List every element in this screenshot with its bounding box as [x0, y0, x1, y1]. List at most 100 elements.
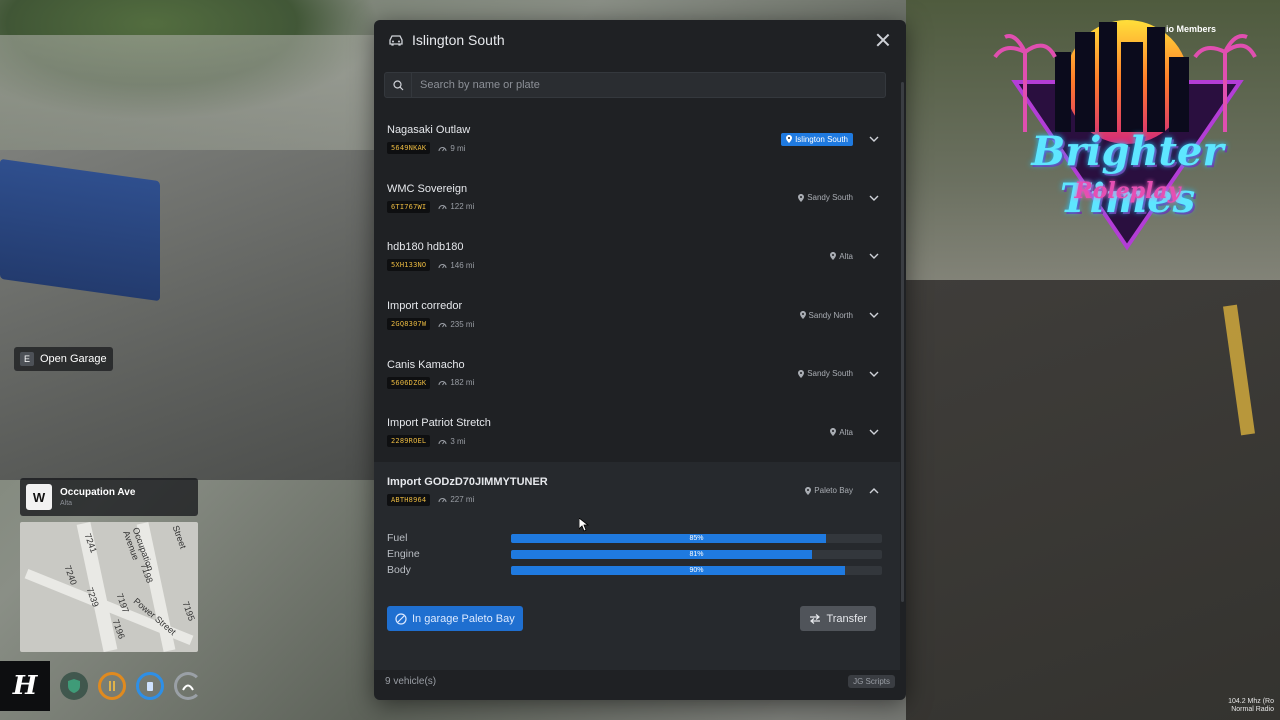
- page-title: Islington South: [412, 32, 505, 48]
- server-title: Brighter Times: [1031, 128, 1224, 222]
- zone-label: Alta: [60, 500, 73, 507]
- odometer-icon: [438, 146, 447, 152]
- minimap-label: Street: [170, 524, 189, 550]
- vehicle-name: Import corredor: [387, 300, 463, 313]
- vehicle-name: Nagasaki Outlaw: [387, 124, 471, 137]
- odometer-icon: [438, 381, 447, 386]
- vehicle-info: Import Patriot Stretch 2289ROEL 3 mi: [387, 417, 491, 448]
- panel-footer: 9 vehicle(s) JG Scripts: [374, 662, 906, 700]
- garage-panel: Islington South Nagasaki Outlaw 5649NKAK…: [374, 20, 906, 700]
- location-label: Sandy North: [808, 310, 853, 320]
- chevron-down-icon[interactable]: [867, 308, 881, 322]
- vehicle-row[interactable]: Nagasaki Outlaw 5649NKAK 9 mi Islington …: [374, 110, 900, 169]
- vehicle-row[interactable]: Canis Kamacho 5606DZGK 182 mi Sandy Sout…: [374, 344, 900, 403]
- street-display: W Occupation Ave Alta: [20, 478, 198, 516]
- vehicle-name: WMC Sovereign: [387, 182, 468, 195]
- minimap: 7241 7240 7239 7198 7197 7196 7195 Occup…: [20, 522, 198, 652]
- mileage: 9 mi: [438, 144, 465, 153]
- street-name: Occupation Ave Alta: [60, 487, 135, 507]
- vehicle-name: Import GODzD70JIMMYTUNER: [387, 475, 548, 488]
- stat-bar: 81%: [511, 549, 882, 559]
- prompt-label: Open Garage: [40, 353, 107, 365]
- chevron-down-icon[interactable]: [867, 191, 881, 205]
- odometer-icon: [438, 439, 447, 445]
- location-pin-icon: [799, 311, 806, 320]
- location-pin-icon: [798, 369, 805, 378]
- transfer-button[interactable]: Transfer: [800, 606, 876, 632]
- location-label: Alta: [839, 427, 853, 437]
- background-parking-lot: [906, 280, 1280, 720]
- mileage: 146 mi: [438, 261, 474, 270]
- vehicle-row[interactable]: WMC Sovereign 6TI767WI 122 mi Sandy Sout…: [374, 169, 900, 228]
- search-input[interactable]: [412, 78, 885, 92]
- plate-badge: 5649NKAK: [387, 142, 431, 155]
- stat-label: Fuel: [387, 532, 408, 545]
- mileage: 182 mi: [438, 378, 474, 387]
- location-pin-icon: [798, 193, 805, 202]
- in-garage-label: In garage Paleto Bay: [412, 612, 515, 625]
- vehicle-details: Fuel 85% Engine 81% Body 90% In garage P…: [374, 520, 900, 670]
- odometer-icon: [438, 498, 447, 503]
- vehicle-row[interactable]: hdb180 hdb180 5XH133NO 146 mi Alta: [374, 227, 900, 286]
- street-label: Occupation Ave: [60, 487, 136, 498]
- vehicle-name: Canis Kamacho: [387, 358, 465, 371]
- chevron-down-icon[interactable]: [867, 367, 881, 381]
- stat-row: Body 90%: [387, 562, 887, 578]
- audio-members-label: io Members: [1166, 24, 1217, 34]
- mileage: 122 mi: [438, 202, 474, 211]
- plate-badge: 2289ROEL: [387, 435, 431, 448]
- vehicle-row[interactable]: Import Patriot Stretch 2289ROEL 3 mi Alt…: [374, 403, 900, 462]
- location-pin-icon: [830, 428, 837, 437]
- mileage-value: 227 mi: [450, 495, 475, 505]
- vehicle-info: Import GODzD70JIMMYTUNER ABTH8964 227 mi: [387, 476, 548, 506]
- vehicle-info: WMC Sovereign 6TI767WI 122 mi: [387, 183, 474, 213]
- stat-label: Engine: [387, 548, 420, 561]
- server-mini-logo: H: [0, 661, 50, 711]
- vehicle-list: Nagasaki Outlaw 5649NKAK 9 mi Islington …: [374, 110, 900, 670]
- mileage: 235 mi: [438, 320, 474, 329]
- stat-value: 85%: [689, 534, 704, 542]
- mileage: 3 mi: [438, 437, 465, 446]
- vehicle-row[interactable]: Import corredor 2GQ8307W 235 mi Sandy No…: [374, 286, 900, 345]
- vehicle-actions: Alta: [830, 425, 887, 439]
- status-hud: H: [0, 658, 220, 714]
- chevron-down-icon[interactable]: [867, 425, 881, 439]
- mileage-value: 235 mi: [450, 319, 475, 329]
- plate-badge: ABTH8964: [387, 493, 431, 506]
- vehicle-name: hdb180 hdb180: [387, 241, 464, 254]
- radio-mode: Normal Radio: [1231, 706, 1274, 713]
- transfer-icon: [810, 613, 821, 624]
- minimap-label: 7195: [180, 600, 197, 623]
- stat-value: 81%: [689, 550, 704, 558]
- mileage-value: 122 mi: [450, 202, 475, 212]
- odometer-icon: [438, 263, 447, 269]
- background-kiosk: [0, 158, 160, 302]
- vehicle-row[interactable]: Import GODzD70JIMMYTUNER ABTH8964 227 mi…: [374, 461, 900, 521]
- keycap: E: [20, 352, 34, 366]
- chevron-down-icon[interactable]: [867, 132, 881, 146]
- odometer-icon: [438, 205, 447, 210]
- vehicle-actions: Alta: [830, 249, 887, 263]
- stat-value: 90%: [689, 566, 704, 574]
- in-garage-button[interactable]: In garage Paleto Bay: [387, 606, 523, 632]
- thirst-icon: [136, 672, 164, 700]
- vehicle-meta: 5649NKAK 9 mi: [387, 142, 470, 155]
- mileage-value: 9 mi: [450, 143, 466, 153]
- location-pin-icon: [830, 252, 837, 261]
- vehicle-meta: 5XH133NO 146 mi: [387, 259, 474, 272]
- vehicle-actions: Sandy South: [798, 367, 887, 381]
- panel-header: Islington South: [374, 20, 906, 60]
- stat-row: Engine 81%: [387, 546, 887, 562]
- mouse-cursor-icon: [579, 518, 589, 532]
- odometer-icon: [438, 322, 447, 327]
- close-button[interactable]: [874, 31, 892, 49]
- location-label: Paleto Bay: [814, 486, 853, 496]
- vehicle-info: Import corredor 2GQ8307W 235 mi: [387, 300, 474, 331]
- scrollbar[interactable]: [901, 82, 904, 602]
- chevron-up-icon[interactable]: [867, 484, 881, 498]
- vehicle-actions: Paleto Bay: [805, 484, 887, 498]
- chevron-down-icon[interactable]: [867, 249, 881, 263]
- vehicle-actions: Sandy North: [799, 308, 887, 322]
- radio-frequency: 104.2 Mhz (Ro: [1228, 698, 1274, 705]
- location-badge: Alta: [830, 428, 853, 437]
